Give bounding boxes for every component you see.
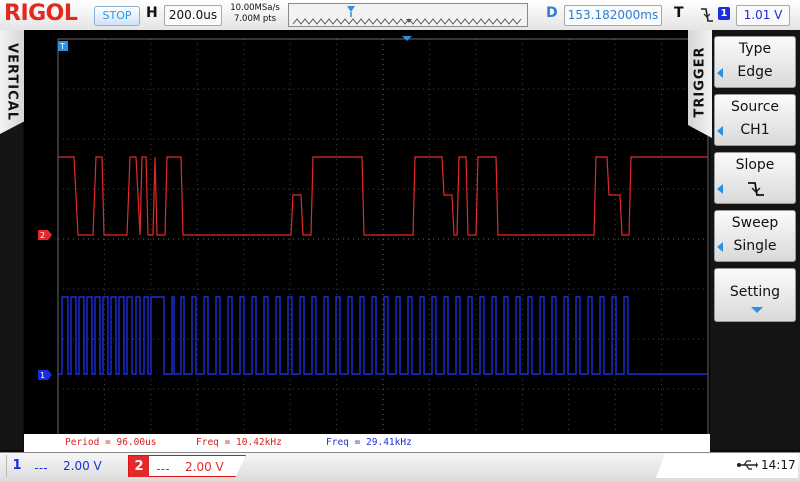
ch1-number: 1	[12, 458, 22, 473]
brand-logo: RIGOL	[4, 1, 78, 26]
measurement-freq-ch2: Freq = 10.42kHz	[196, 437, 282, 448]
memory-position-bar[interactable]	[288, 3, 528, 27]
trigger-setting-button[interactable]: Setting	[714, 268, 796, 322]
trigger-label: T	[674, 5, 684, 21]
measurement-period-ch2: Period = 96.00us	[65, 437, 157, 448]
dc-coupling-icon	[35, 464, 47, 469]
ch2-scale: 2.00 V	[185, 460, 224, 474]
falling-edge-icon	[748, 182, 764, 196]
measurement-freq-ch1: Freq = 29.41kHz	[326, 437, 412, 448]
timebase-value[interactable]: 200.0us	[164, 5, 222, 26]
trigger-position-marker	[347, 6, 355, 12]
ch2-scale-box[interactable]: 2 2.00 V	[128, 455, 246, 477]
trigger-source-badge: 1	[718, 7, 730, 20]
menu-title: Type	[738, 41, 772, 57]
chevron-down-icon	[751, 307, 763, 313]
trigger-menu-label: TRIGGER	[692, 46, 708, 118]
svg-text:2: 2	[40, 231, 45, 240]
trigger-level-value[interactable]: 1.01 V	[736, 5, 790, 26]
svg-text:1: 1	[40, 371, 45, 380]
delay-value[interactable]: 153.182000ms	[564, 5, 662, 26]
menu-title: Slope	[735, 157, 775, 173]
ch2-number: 2	[129, 456, 149, 477]
menu-title: Sweep	[731, 215, 779, 231]
menu-title: Setting	[729, 284, 781, 300]
menu-value: Single	[733, 238, 777, 254]
trigger-slope-button[interactable]: Slope	[714, 152, 796, 204]
svg-text:T: T	[59, 42, 65, 51]
waveform-display[interactable]: T 2 1	[24, 30, 710, 434]
clock: 14:17	[761, 458, 796, 472]
usb-icon	[737, 460, 758, 470]
waveform-overview-icon	[292, 6, 522, 25]
sample-rate: 10.00MSa/s	[230, 3, 280, 13]
memory-depth: 7.00M pts	[233, 14, 277, 24]
delay-label: D	[546, 5, 558, 21]
menu-value: Edge	[737, 64, 773, 80]
menu-title: Source	[730, 99, 780, 115]
trigger-source-button[interactable]: Source CH1	[714, 94, 796, 146]
vertical-menu-label: VERTICAL	[4, 43, 20, 121]
ch1-scale: 2.00 V	[63, 459, 102, 473]
left-arrow-icon	[717, 184, 723, 194]
falling-edge-icon	[701, 8, 713, 22]
acquisition-info: 10.00MSa/s 7.00M pts	[226, 3, 284, 25]
run-stop-status[interactable]: STOP	[94, 6, 140, 26]
menu-value: CH1	[740, 122, 770, 138]
horizontal-label: H	[146, 5, 158, 21]
trigger-sweep-button[interactable]: Sweep Single	[714, 210, 796, 262]
trigger-level-marker: T	[58, 41, 68, 51]
trigger-type-button[interactable]: Type Edge	[714, 36, 796, 88]
dc-coupling-icon	[157, 465, 169, 470]
ch1-scale-box[interactable]: 1 2.00 V	[6, 455, 112, 477]
